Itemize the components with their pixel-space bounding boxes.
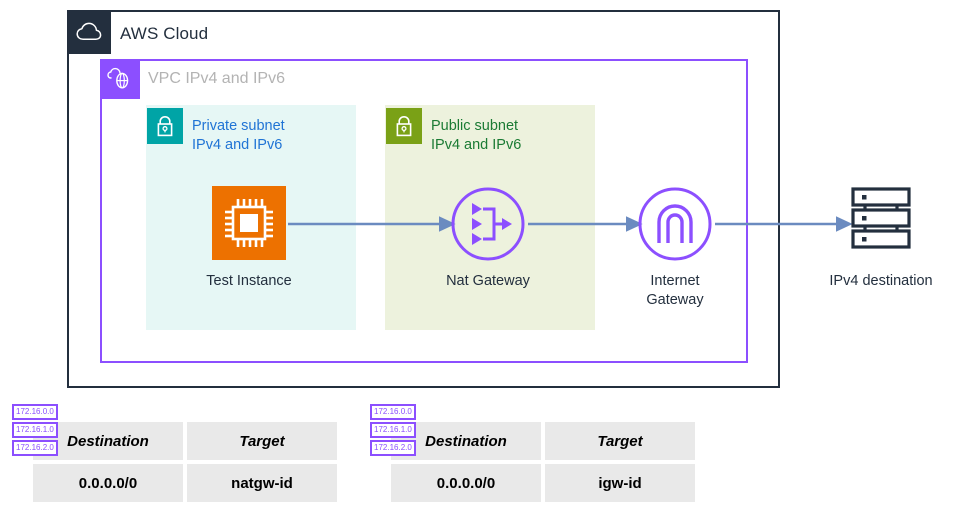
private-cidr-badges: 172.16.0.0 172.16.1.0 172.16.2.0: [12, 404, 58, 456]
test-instance-label: Test Instance: [206, 273, 292, 289]
server-stack-icon: [845, 182, 917, 254]
public-subnet-label: Public subnet IPv4 and IPv6: [431, 118, 522, 153]
aws-cloud-icon: [67, 10, 111, 54]
column-header-target: Target: [187, 422, 337, 460]
cidr-badge: 172.16.0.0: [370, 404, 416, 420]
nat-gateway-label: Nat Gateway: [446, 273, 530, 289]
ec2-instance-icon: [212, 186, 286, 260]
internet-gateway-icon: [637, 186, 713, 262]
vpc-label: VPC IPv4 and IPv6: [148, 70, 285, 87]
table-row: 0.0.0.0/0: [33, 464, 183, 502]
table-row: 0.0.0.0/0: [391, 464, 541, 502]
cidr-badge: 172.16.0.0: [12, 404, 58, 420]
diagram-canvas: AWS Cloud VPC IPv4 and IPv6 Private subn…: [0, 0, 966, 518]
private-subnet-label: Private subnet IPv4 and IPv6: [192, 118, 285, 153]
ipv4-destination-label: IPv4 destination: [829, 273, 933, 289]
internet-gateway-label: Internet Gateway: [646, 273, 704, 308]
cidr-badge: 172.16.2.0: [370, 440, 416, 456]
lock-icon: [147, 108, 183, 144]
table-row: natgw-id: [187, 464, 337, 502]
aws-cloud-label: AWS Cloud: [120, 24, 209, 43]
lock-icon: [386, 108, 422, 144]
public-cidr-badges: 172.16.0.0 172.16.1.0 172.16.2.0: [370, 404, 416, 456]
table-row: igw-id: [545, 464, 695, 502]
cidr-badge: 172.16.2.0: [12, 440, 58, 456]
private-route-table: Destination Target 0.0.0.0/0 natgw-id: [33, 422, 337, 502]
cidr-badge: 172.16.1.0: [12, 422, 58, 438]
cidr-badge: 172.16.1.0: [370, 422, 416, 438]
vpc-icon: [100, 59, 140, 99]
public-route-table: Destination Target 0.0.0.0/0 igw-id: [391, 422, 695, 502]
nat-gateway-icon: [450, 186, 526, 262]
column-header-target: Target: [545, 422, 695, 460]
